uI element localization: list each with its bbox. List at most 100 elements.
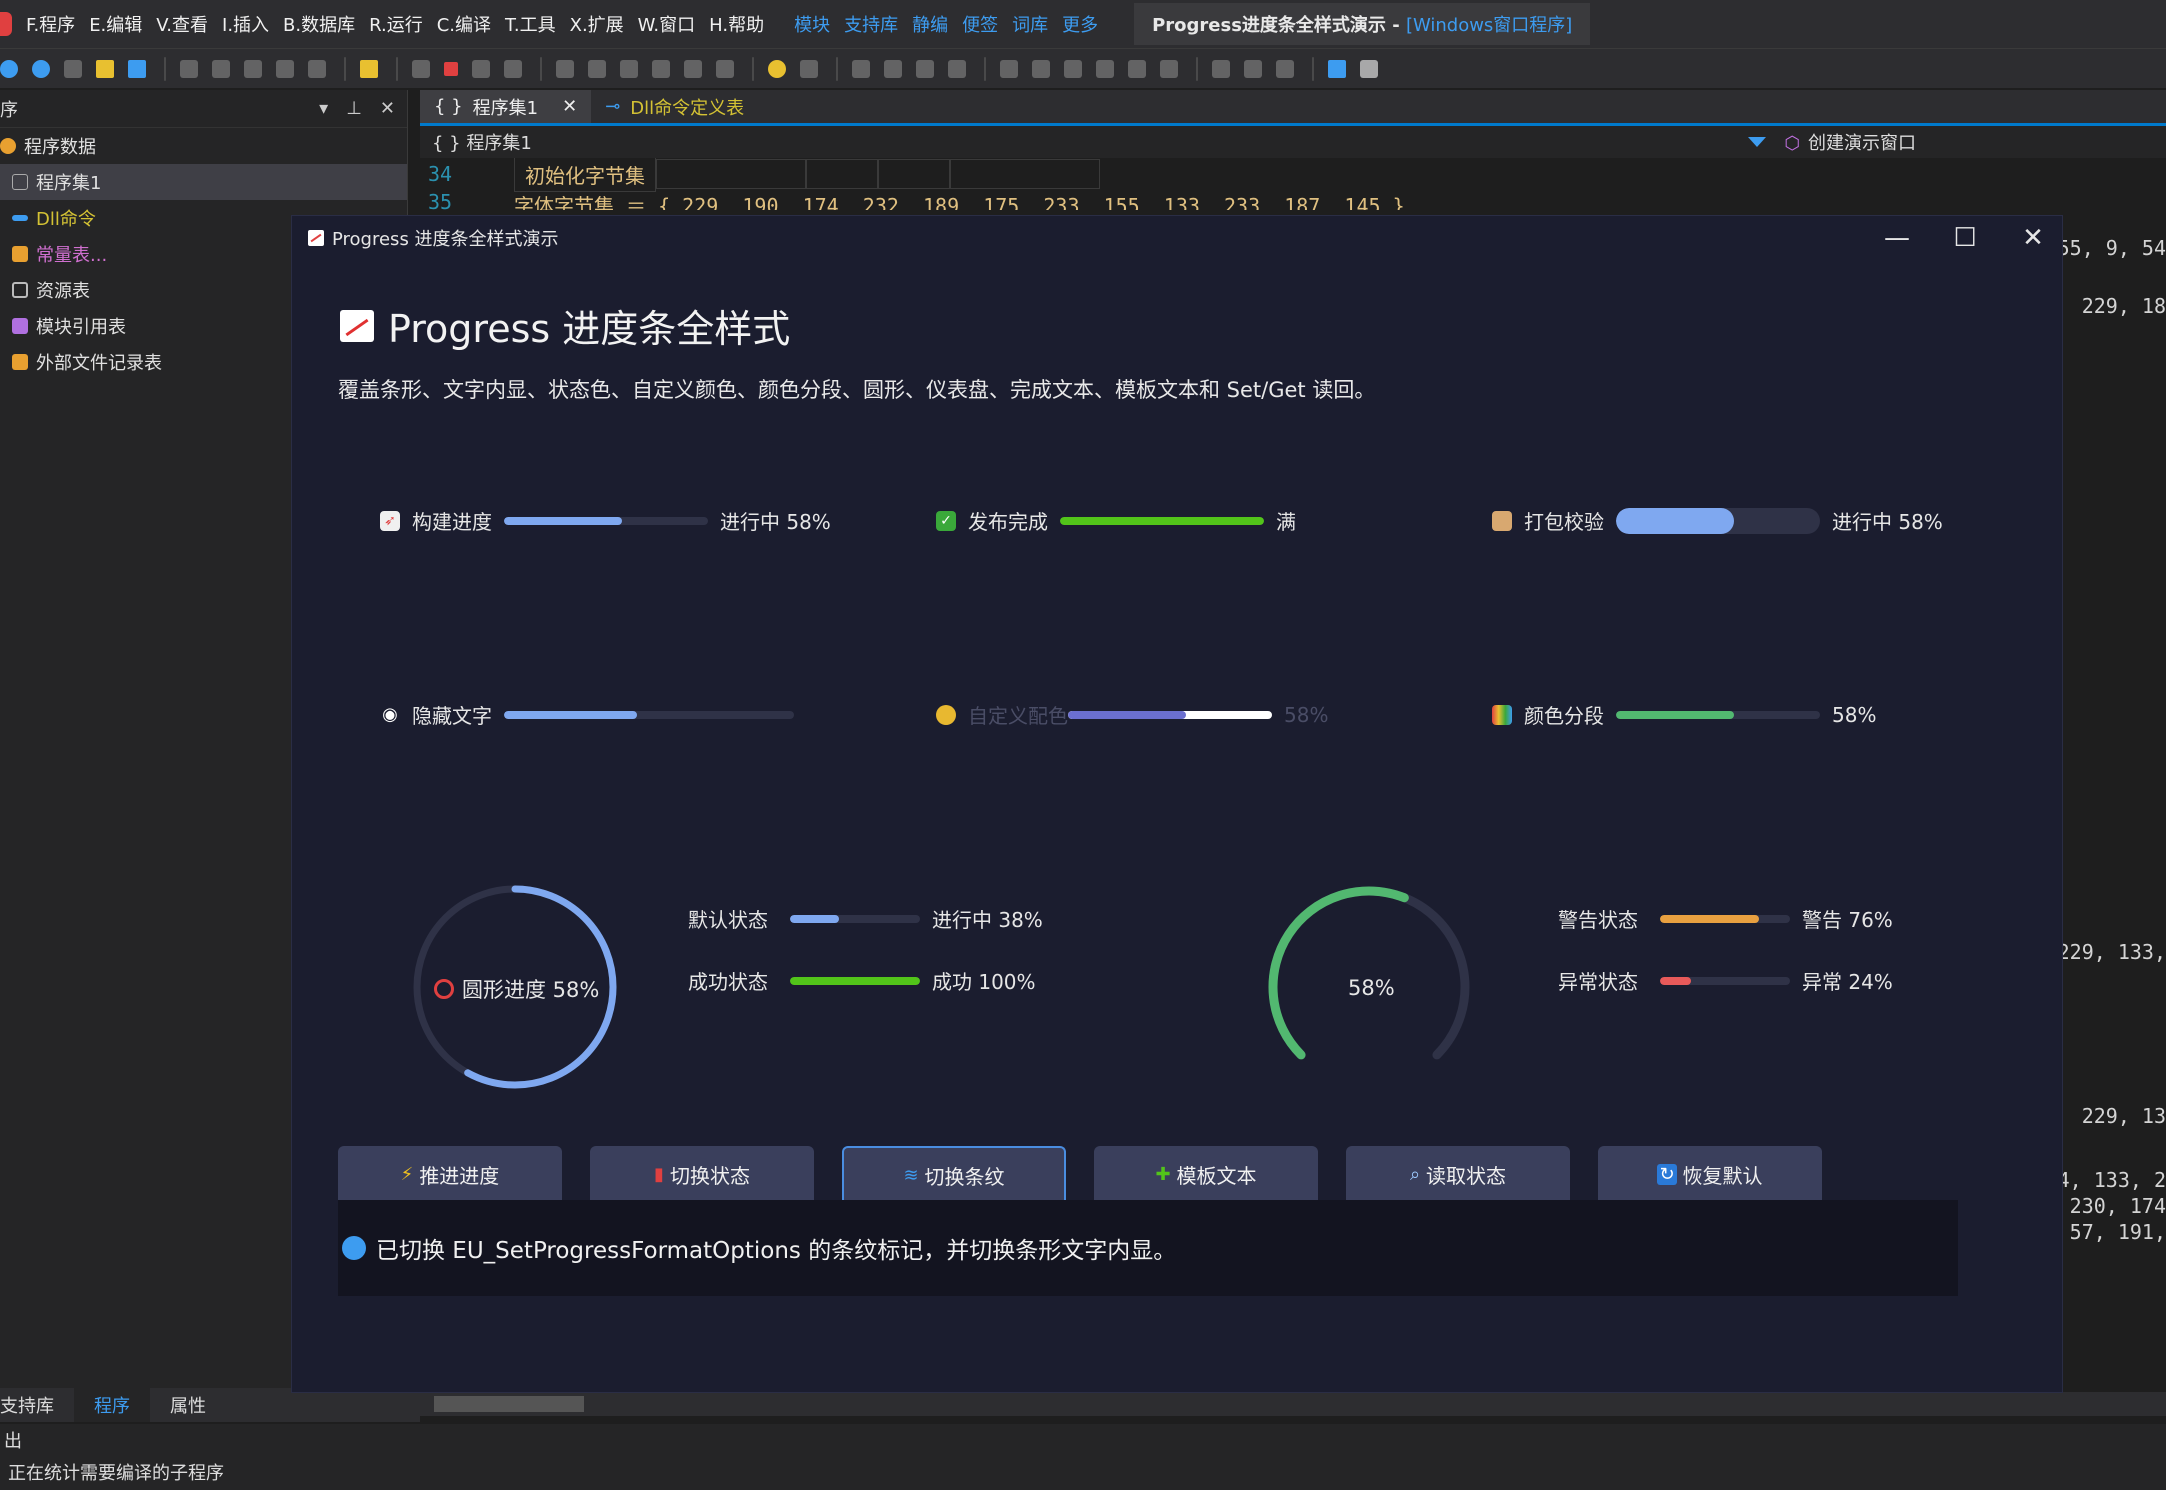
step-out-icon[interactable] [620,59,638,78]
quick-link-more[interactable]: 更多 [1062,11,1098,37]
chevron-down-icon[interactable] [1748,137,1766,147]
step-over-icon[interactable] [556,59,574,78]
menu-insert[interactable]: I.插入 [222,11,269,37]
undo-icon[interactable] [308,59,326,78]
menu-run[interactable]: R.运行 [369,11,423,37]
advance-progress-button[interactable]: ⚡ 推进进度 [338,1146,562,1202]
toolbar-separator [752,56,754,81]
stop-icon[interactable] [444,61,458,76]
current-subroutine[interactable]: ⬡ 创建演示窗口 [1784,129,1916,155]
tree-item-label: 外部文件记录表 [36,353,162,374]
menu-database[interactable]: B.数据库 [283,11,355,37]
tab-support-library[interactable]: 支持库 [0,1388,74,1422]
bulb-icon[interactable] [768,59,786,78]
new-file-icon[interactable] [64,59,82,78]
horizontal-scrollbar[interactable] [420,1392,2166,1416]
paste-icon[interactable] [244,59,262,78]
close-icon[interactable]: ✕ [562,96,577,117]
align-bottom-icon[interactable] [948,59,966,78]
back-icon[interactable] [0,59,18,78]
toggle-stripes-button[interactable]: ≋ 切换条纹 [842,1146,1066,1202]
tab-label: Dll命令定义表 [630,97,745,119]
quick-link-notes[interactable]: 便签 [962,11,998,37]
distribute-h-icon[interactable] [1000,59,1018,78]
align-left-icon[interactable] [852,59,870,78]
pin-icon[interactable]: ⊥ [346,98,362,119]
progress-label: 异常状态 [1558,970,1638,994]
tab-assembly1[interactable]: { } 程序集1 ✕ [420,90,592,123]
maximize-button[interactable]: ☐ [1940,222,1990,254]
open-folder-icon[interactable] [96,59,114,78]
menu-edit[interactable]: E.编辑 [89,11,142,37]
tree-item-program-data[interactable]: 程序数据 [0,128,407,164]
step-into-icon[interactable] [588,59,606,78]
tree-item-assembly1[interactable]: 程序集1 [0,164,407,200]
code-line: 34 初始化字节集 [420,158,1100,192]
rainbow-icon [1492,704,1512,725]
cursor-icon[interactable] [800,59,818,78]
menu-window[interactable]: W.窗口 [638,11,695,37]
menu-file[interactable]: F.程序 [26,11,75,37]
arrow-icon[interactable] [684,59,702,78]
save-icon[interactable] [128,59,146,78]
wrench-icon[interactable] [1360,59,1378,78]
menu-tools[interactable]: T.工具 [505,11,556,37]
menu-extend[interactable]: X.扩展 [570,11,624,37]
scrollbar-thumb[interactable] [434,1396,584,1412]
progress-text: 异常 24% [1802,970,1893,994]
code-cell [878,159,950,189]
quick-link-support[interactable]: 支持库 [844,11,898,37]
quick-link-module[interactable]: 模块 [794,11,830,37]
read-state-button[interactable]: ⌕ 读取状态 [1346,1146,1570,1202]
redo-icon[interactable] [276,59,294,78]
center-h-icon[interactable] [1032,59,1050,78]
file-icon [12,354,28,370]
distribute-v-icon[interactable] [1064,59,1082,78]
center-v-icon[interactable] [1096,59,1114,78]
progress-text: 58% [1832,702,1877,727]
ide-toolbar [0,48,2166,88]
line-number: 34 [428,162,453,186]
tab-program[interactable]: 程序 [74,1388,150,1422]
link-icon[interactable] [716,59,734,78]
close-button[interactable]: ✕ [2008,222,2058,254]
same-width-icon[interactable] [1212,59,1230,78]
menu-help[interactable]: H.帮助 [709,11,764,37]
menu-view[interactable]: V.查看 [156,11,208,37]
restart-icon[interactable] [472,59,490,78]
compile-icon[interactable] [504,59,522,78]
restore-default-button[interactable]: ↻ 恢复默认 [1598,1146,1822,1202]
forward-icon[interactable] [32,59,50,78]
eye-icon: ◉ [382,704,398,725]
align-top-icon[interactable] [916,59,934,78]
tab-dll-table[interactable]: ⊸ Dll命令定义表 [591,90,758,123]
copy-icon[interactable] [212,59,230,78]
template-text-button[interactable]: ✚ 模板文本 [1094,1146,1318,1202]
run-icon[interactable] [412,59,430,78]
menu-compile[interactable]: C.编译 [437,11,491,37]
chevron-down-icon[interactable]: ▾ [319,98,328,119]
equal-spacing-icon[interactable] [1160,59,1178,78]
tab-properties[interactable]: 属性 [150,1388,226,1422]
close-icon[interactable]: ✕ [380,98,395,119]
same-size-icon[interactable] [1276,59,1294,78]
cut-icon[interactable] [180,59,198,78]
run-to-icon[interactable] [652,59,670,78]
code-cell: 初始化字节集 [514,158,656,192]
spacing-icon[interactable] [1128,59,1146,78]
panel-tabs: 支持库 程序 属性 [0,1388,420,1422]
braces-icon [12,174,28,190]
minimize-button[interactable]: — [1872,222,1922,254]
progress-color-segments: 颜色分段 58% [1492,700,1876,729]
brush-icon[interactable] [1328,59,1346,78]
toggle-state-button[interactable]: ▮ 切换状态 [590,1146,814,1202]
align-right-icon[interactable] [884,59,902,78]
quick-link-static[interactable]: 静编 [912,11,948,37]
folder-icon[interactable] [360,59,378,78]
quick-link-lexicon[interactable]: 词库 [1012,11,1048,37]
same-height-icon[interactable] [1244,59,1262,78]
palette-icon [936,704,956,725]
lightning-icon: ⚡ [400,1163,414,1185]
window-titlebar[interactable]: Progress 进度条全样式演示 [292,216,2062,260]
chart-up-icon [340,309,374,342]
